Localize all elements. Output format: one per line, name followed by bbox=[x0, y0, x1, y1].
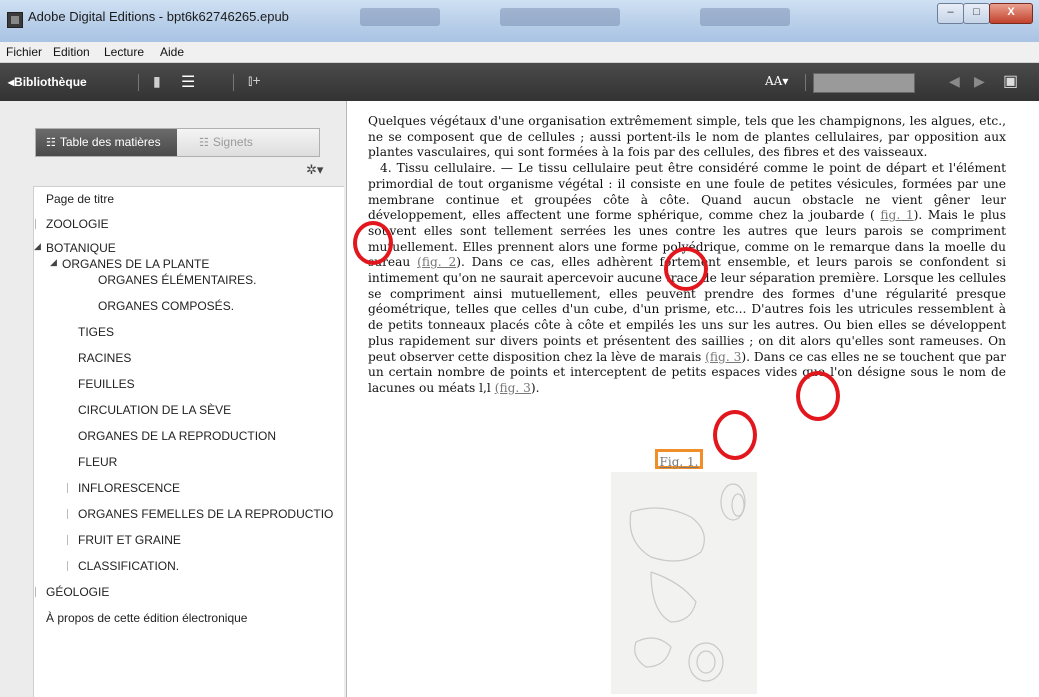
collapsed-marker bbox=[67, 509, 68, 519]
menu-fichier[interactable]: Fichier bbox=[6, 45, 42, 59]
toolbar-divider bbox=[805, 74, 806, 91]
text-run: ). bbox=[530, 380, 540, 395]
figure-caption-link[interactable]: Fig. 1. bbox=[655, 449, 703, 469]
blurred-titlebar-region bbox=[500, 8, 620, 26]
fullscreen-icon[interactable]: ▣ bbox=[1003, 71, 1018, 91]
menu-lecture[interactable]: Lecture bbox=[104, 45, 144, 59]
toc-item[interactable]: GÉOLOGIE bbox=[35, 585, 110, 599]
figure-link[interactable]: fig. 1 bbox=[880, 208, 913, 222]
previous-page-icon[interactable]: ◀ bbox=[949, 73, 960, 90]
add-bookmark-icon[interactable]: ⫾+ bbox=[248, 72, 261, 89]
tab-label: Table des matières bbox=[59, 135, 161, 149]
annotation-circle bbox=[353, 221, 393, 265]
page-search-input[interactable] bbox=[813, 73, 915, 93]
collapsed-marker bbox=[35, 219, 36, 229]
toc-item[interactable]: RACINES bbox=[78, 351, 131, 365]
menu-bar: Fichier Edition Lecture Aide bbox=[0, 42, 1039, 63]
figure-link[interactable]: (fig. 3 bbox=[705, 350, 741, 364]
window-title: Adobe Digital Editions - bpt6k62746265.e… bbox=[28, 9, 289, 24]
figure-link[interactable]: (fig. 2 bbox=[417, 255, 456, 269]
blurred-titlebar-region bbox=[700, 8, 790, 26]
toc-item[interactable]: TIGES bbox=[78, 325, 114, 339]
toc-item[interactable]: Page de titre bbox=[46, 192, 114, 206]
toc-item-label: ORGANES DE LA PLANTE bbox=[62, 257, 210, 271]
annotation-circle bbox=[664, 247, 708, 291]
toolbar-divider bbox=[138, 74, 139, 91]
bookmarks-icon: ☷ bbox=[199, 137, 209, 149]
font-size-button[interactable]: AA▾ bbox=[765, 74, 788, 88]
figure-image bbox=[611, 472, 757, 694]
expanded-triangle-icon[interactable]: ◢ bbox=[50, 257, 57, 268]
toc-item[interactable]: FEUILLES bbox=[78, 377, 135, 391]
toc-item[interactable]: FLEUR bbox=[78, 455, 117, 469]
tab-label: Signets bbox=[212, 135, 253, 149]
close-button[interactable]: X bbox=[989, 3, 1033, 24]
menu-edition[interactable]: Edition bbox=[53, 45, 90, 59]
blurred-titlebar-region bbox=[360, 8, 440, 26]
toc-item[interactable]: À propos de cette édition électronique bbox=[46, 611, 247, 625]
list-view-icon[interactable]: ☰ bbox=[181, 72, 195, 92]
toc-item[interactable]: CIRCULATION DE LA SÈVE bbox=[78, 403, 231, 417]
collapsed-marker bbox=[67, 561, 68, 571]
annotation-circle bbox=[713, 410, 757, 460]
toc-item-label: CLASSIFICATION. bbox=[78, 559, 180, 573]
minimize-button[interactable]: – bbox=[937, 3, 964, 24]
toc-item[interactable]: ORGANES ÉLÉMENTAIRES. bbox=[98, 273, 256, 287]
paragraph-1: Quelques végétaux d'une organisation ext… bbox=[368, 114, 1006, 160]
menu-aide[interactable]: Aide bbox=[160, 45, 184, 59]
cell-illustration bbox=[629, 483, 746, 682]
collapsed-marker bbox=[67, 535, 68, 545]
figure-link[interactable]: (fig. 3 bbox=[495, 381, 531, 395]
app-icon bbox=[7, 12, 23, 28]
tab-table-of-contents[interactable]: ☷ Table des matières bbox=[36, 129, 177, 156]
library-label: Bibliothèque bbox=[14, 75, 87, 89]
collapsed-marker bbox=[35, 587, 36, 597]
toc-item[interactable]: INFLORESCENCE bbox=[67, 481, 181, 495]
toc-item[interactable]: ◢ BOTANIQUE bbox=[34, 241, 116, 255]
toc-item[interactable]: FRUIT ET GRAINE bbox=[67, 533, 181, 547]
font-size-label: AA bbox=[765, 74, 783, 88]
chevron-down-icon: ▾ bbox=[782, 74, 789, 88]
toc-item[interactable]: ORGANES FEMELLES DE LA REPRODUCTIO bbox=[67, 507, 334, 521]
toc-item[interactable]: ORGANES COMPOSÉS. bbox=[98, 299, 234, 313]
toc-icon: ☷ bbox=[46, 137, 56, 149]
toc-list: Page de titre ZOOLOGIE ◢ BOTANIQUE ◢ ORGAN… bbox=[33, 186, 344, 697]
toc-item[interactable]: CLASSIFICATION. bbox=[67, 559, 180, 573]
next-page-icon[interactable]: ▶ bbox=[974, 73, 985, 90]
toc-item-label: FRUIT ET GRAINE bbox=[78, 533, 181, 547]
toc-item-label: GÉOLOGIE bbox=[46, 585, 110, 599]
toc-item[interactable]: ◢ ORGANES DE LA PLANTE bbox=[50, 257, 210, 271]
title-bar: Adobe Digital Editions - bpt6k62746265.e… bbox=[0, 0, 1039, 42]
maximize-button[interactable]: □ bbox=[963, 3, 990, 24]
sidebar-tabs: ☷ Table des matières ☷ Signets bbox=[35, 128, 320, 157]
toc-item-label: BOTANIQUE bbox=[46, 241, 116, 255]
bookmark-icon[interactable]: ▮ bbox=[153, 73, 161, 90]
toc-item[interactable]: ORGANES DE LA REPRODUCTION bbox=[78, 429, 276, 443]
toc-item[interactable]: ZOOLOGIE bbox=[35, 217, 109, 231]
toc-item-label: ORGANES FEMELLES DE LA REPRODUCTIO bbox=[78, 507, 334, 521]
reading-pane: Quelques végétaux d'une organisation ext… bbox=[347, 101, 1039, 697]
tab-bookmarks[interactable]: ☷ Signets bbox=[177, 129, 319, 156]
toc-item-label: ZOOLOGIE bbox=[46, 217, 109, 231]
expanded-triangle-icon[interactable]: ◢ bbox=[34, 241, 41, 252]
toolbar-divider bbox=[233, 74, 234, 91]
toc-item-label: INFLORESCENCE bbox=[78, 481, 181, 495]
sidebar: ☷ Table des matières ☷ Signets ✲▾ Page de … bbox=[0, 101, 347, 697]
library-back-button[interactable]: ◂Bibliothèque bbox=[8, 75, 87, 89]
annotation-circle bbox=[796, 371, 840, 421]
collapsed-marker bbox=[67, 483, 68, 493]
gear-icon[interactable]: ✲▾ bbox=[306, 162, 323, 178]
app-window: Adobe Digital Editions - bpt6k62746265.e… bbox=[0, 0, 1039, 697]
